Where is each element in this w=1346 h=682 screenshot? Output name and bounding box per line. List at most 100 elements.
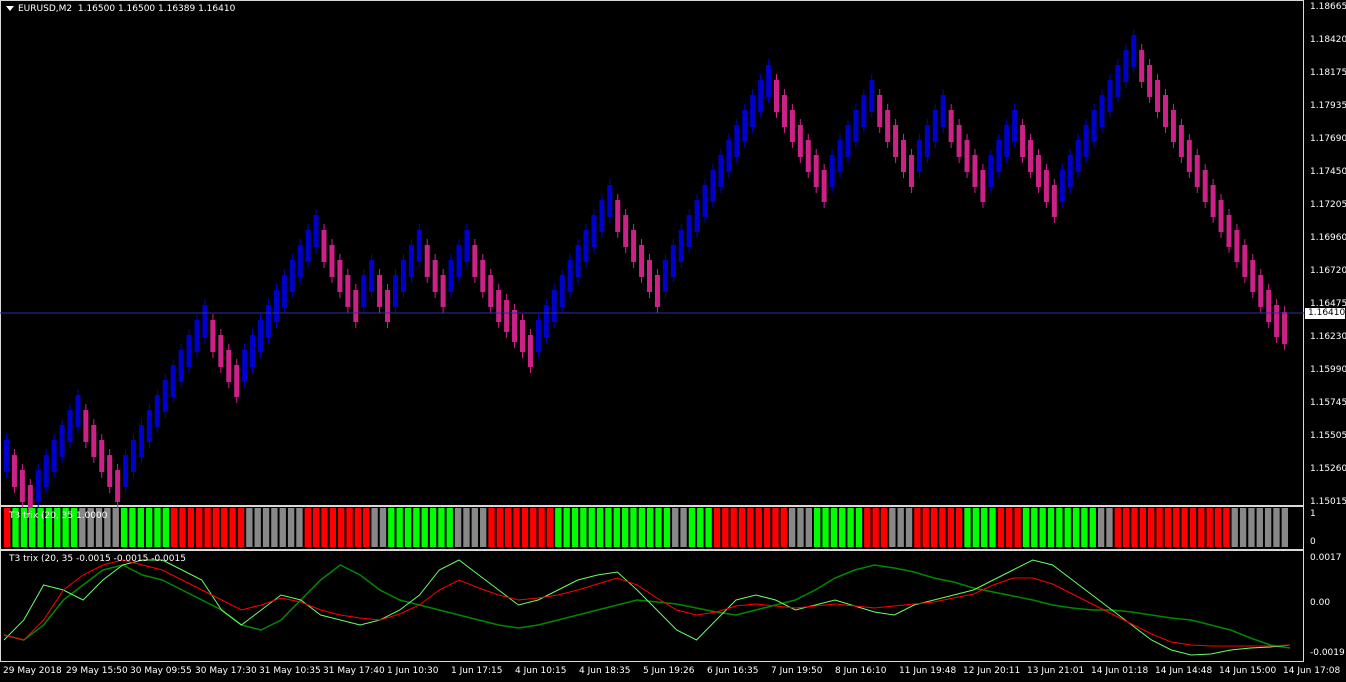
indicator1-bar <box>471 508 478 547</box>
candle-body <box>1210 185 1216 217</box>
time-axis-label: 1 Jun 10:30 <box>387 666 439 676</box>
candle-body <box>400 260 406 292</box>
candle-body <box>1139 50 1145 82</box>
indicator1-bar <box>855 508 863 547</box>
candle-body <box>940 95 946 127</box>
candle-body <box>1155 80 1161 112</box>
indicator1-bar <box>162 508 170 547</box>
candle-body <box>789 110 795 142</box>
candle-body <box>853 110 859 142</box>
candle-body <box>821 170 827 202</box>
candle-body <box>1234 230 1240 262</box>
candle-body <box>440 275 446 307</box>
candle-body <box>551 290 557 322</box>
indicator1-bar <box>763 508 771 547</box>
candle-body <box>1012 110 1018 142</box>
candle-body <box>75 395 81 427</box>
candle-body <box>43 455 49 487</box>
candle-body <box>869 80 875 112</box>
time-axis-label: 14 Jun 15:00 <box>1219 666 1277 676</box>
indicator1-bar <box>513 508 520 547</box>
indicator1-bar <box>688 508 696 547</box>
indicator1-bar <box>772 508 779 547</box>
indicator2-title: T3 trix (20, 35 -0.0015 -0.0015 -0.0015 <box>9 554 186 564</box>
time-axis-label: 13 Jun 21:01 <box>1027 666 1085 676</box>
candle-body <box>91 425 97 457</box>
indicator1-bar <box>1181 508 1188 547</box>
indicator1-bar <box>120 508 128 547</box>
candle-body <box>559 275 565 307</box>
candle-body <box>1035 155 1041 187</box>
candle-body <box>162 380 168 412</box>
indicator1-bar <box>914 508 921 547</box>
candle-body <box>988 155 994 187</box>
indicator1-bar <box>1114 508 1121 547</box>
candle-body <box>496 290 502 322</box>
candle-body <box>329 245 335 277</box>
indicator1-bar <box>304 508 311 547</box>
candle-body <box>170 365 176 397</box>
indicator1-bar <box>187 508 195 547</box>
candle-body <box>845 125 851 157</box>
price-axis-label: 1.17450 <box>1310 167 1346 177</box>
candle-body <box>964 140 970 172</box>
candle-body <box>186 335 192 367</box>
indicator1-bar <box>1223 508 1230 547</box>
candle-body <box>345 275 351 307</box>
candle-body <box>1147 65 1153 97</box>
indicator1-bar <box>1039 508 1046 547</box>
candle-body <box>392 275 398 307</box>
candle-body <box>154 395 160 427</box>
candle-body <box>813 155 819 187</box>
candle-body <box>901 140 907 172</box>
candle-body <box>512 310 518 342</box>
candle-body <box>908 155 914 187</box>
candle-body <box>377 275 383 307</box>
candle-body <box>654 275 660 307</box>
candle-body <box>385 290 391 322</box>
time-axis-label: 29 May 2018 <box>3 666 62 676</box>
indicator1-bar <box>379 508 387 547</box>
candle-body <box>948 110 954 142</box>
indicator1-bar <box>129 508 136 547</box>
indicator1-bar <box>972 508 980 547</box>
indicator1-bar <box>1239 508 1247 547</box>
current-price-tag: 1.16410 <box>1305 308 1345 319</box>
indicator1-bar <box>1081 508 1088 547</box>
indicator1-bar <box>722 508 729 547</box>
indicator2-axis-bottom: -0.0019 <box>1310 648 1345 658</box>
indicator1-bar <box>730 508 737 547</box>
indicator1-bar <box>221 508 228 547</box>
indicator1-bar <box>1273 508 1280 547</box>
indicator1-bar <box>580 508 587 547</box>
price-axis-label: 1.16960 <box>1310 233 1346 243</box>
indicator1-bar <box>1281 508 1288 547</box>
candle-body <box>1075 140 1081 172</box>
time-axis-label: 11 Jun 19:48 <box>899 666 957 676</box>
indicator1-bar <box>1256 508 1263 547</box>
candle-body <box>1178 125 1184 157</box>
time-axis-label: 4 Jun 18:35 <box>579 666 631 676</box>
candle-body <box>1226 215 1232 247</box>
indicator1-bar <box>1014 508 1021 547</box>
indicator1-bar <box>872 508 879 547</box>
candle-body <box>313 215 319 247</box>
indicator1-bar <box>530 508 537 547</box>
time-axis-label: 30 May 09:55 <box>130 666 192 676</box>
candle-body <box>718 155 724 187</box>
indicator1-bar <box>196 508 203 547</box>
indicator1-bar <box>237 508 245 547</box>
candle-body <box>750 95 756 127</box>
candle-body <box>1067 155 1073 187</box>
indicator1-bar <box>1106 508 1113 547</box>
candle-body <box>575 245 581 277</box>
candle-body <box>67 410 73 442</box>
candle-body <box>607 185 613 217</box>
indicator1-bar <box>1264 508 1272 547</box>
candle-body <box>289 260 295 292</box>
indicator2-axis-top: 0.0017 <box>1310 553 1342 563</box>
candle-body <box>273 290 279 322</box>
candle-body <box>774 80 780 112</box>
indicator1-bar <box>638 508 645 547</box>
candle-body <box>337 260 343 292</box>
